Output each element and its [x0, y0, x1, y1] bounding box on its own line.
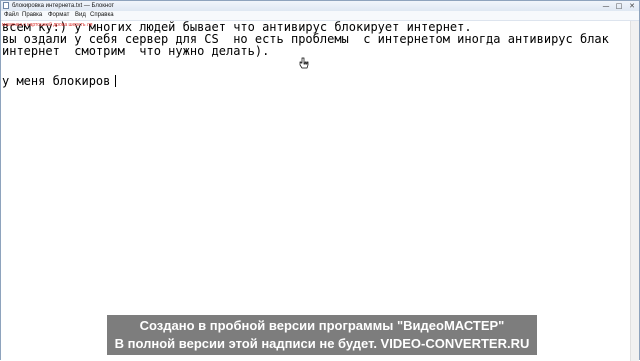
text-line-3: интернет смотрим что нужно делать). — [2, 44, 270, 58]
menu-file[interactable]: Файл — [4, 11, 19, 20]
maximize-button[interactable]: □ — [613, 1, 625, 10]
menu-edit[interactable]: Правка — [22, 11, 42, 20]
watermark-line-2: В полной версии этой надписи не будет. V… — [114, 336, 530, 351]
overlay-red-text: мамочка с картошкой дрова шерсть ля — [2, 22, 93, 28]
text-editor[interactable]: всем ку:) у многих людей бывает что анти… — [1, 21, 630, 361]
window-title: блокировка интернета.txt — Блокнот — [12, 3, 115, 9]
notepad-icon — [3, 2, 9, 9]
hand-cursor-icon — [299, 57, 309, 69]
watermark-banner: Создано в пробной версии программы "Виде… — [107, 315, 537, 355]
vertical-scrollbar[interactable] — [630, 21, 639, 361]
notepad-window: блокировка интернета.txt — Блокнот — □ ✕… — [0, 0, 640, 361]
text-line-5: у меня блокиров — [2, 74, 111, 88]
minimize-button[interactable]: — — [600, 1, 612, 10]
text-caret — [115, 75, 116, 87]
menu-help[interactable]: Справка — [90, 11, 114, 20]
menu-format[interactable]: Формат — [48, 11, 69, 20]
watermark-line-1: Создано в пробной версии программы "Виде… — [139, 318, 505, 333]
menu-view[interactable]: Вид — [75, 11, 86, 20]
close-button[interactable]: ✕ — [626, 1, 638, 10]
